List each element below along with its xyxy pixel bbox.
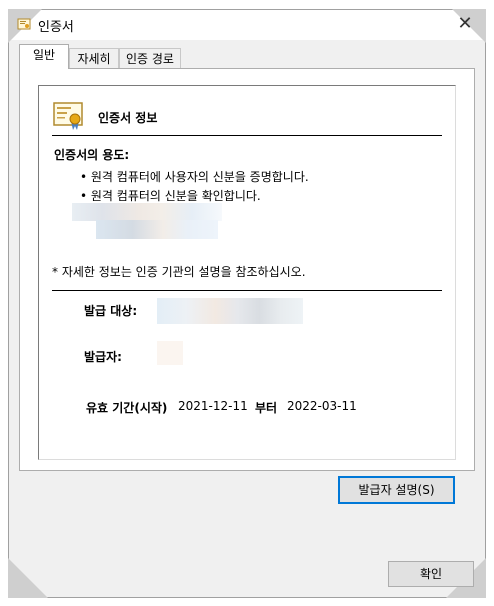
to-label: 부터 xyxy=(255,401,278,415)
tab-general-label: 일반 xyxy=(32,48,56,62)
ok-button[interactable]: 확인 xyxy=(388,561,474,587)
issuer-statement-button[interactable]: 발급자 설명(S) xyxy=(338,476,455,504)
tab-general[interactable]: 일반 xyxy=(19,44,69,69)
tab-certification-path-label: 인증 경로 xyxy=(126,52,174,66)
close-icon[interactable]: ✕ xyxy=(454,13,476,35)
issued-to-label: 발급 대상: xyxy=(84,304,138,318)
divider-top xyxy=(52,135,442,136)
purpose-item-2: • 원격 컴퓨터의 신분을 확인합니다. xyxy=(80,189,261,203)
purpose-heading: 인증서의 용도: xyxy=(54,148,130,162)
redacted-purpose-line-1 xyxy=(72,203,222,221)
redacted-purpose-line-2 xyxy=(96,220,218,239)
tab-details-label: 자세히 xyxy=(77,52,111,66)
tab-certification-path[interactable]: 인증 경로 xyxy=(119,48,181,68)
valid-from-date: 2021-12-11 xyxy=(178,399,248,413)
redacted-issued-by-value xyxy=(157,341,183,365)
certificate-icon xyxy=(17,18,31,30)
reference-note: * 자세한 정보는 인증 기관의 설명을 참조하십시오. xyxy=(52,265,306,279)
certificate-ribbon-icon xyxy=(53,102,83,130)
purpose-item-1: • 원격 컴퓨터에 사용자의 신분을 증명합니다. xyxy=(80,170,309,184)
tab-details[interactable]: 자세히 xyxy=(69,48,119,68)
issued-by-label: 발급자: xyxy=(84,350,122,364)
divider-bottom xyxy=(52,290,442,291)
cert-info-title: 인증서 정보 xyxy=(98,111,158,125)
ok-label: 확인 xyxy=(419,567,443,581)
valid-to-date: 2022-03-11 xyxy=(287,399,357,413)
window-title: 인증서 xyxy=(38,20,74,35)
redacted-issued-to-value xyxy=(157,298,303,324)
issuer-statement-label: 발급자 설명(S) xyxy=(358,483,435,497)
validity-label: 유효 기간(시작) xyxy=(86,401,168,415)
